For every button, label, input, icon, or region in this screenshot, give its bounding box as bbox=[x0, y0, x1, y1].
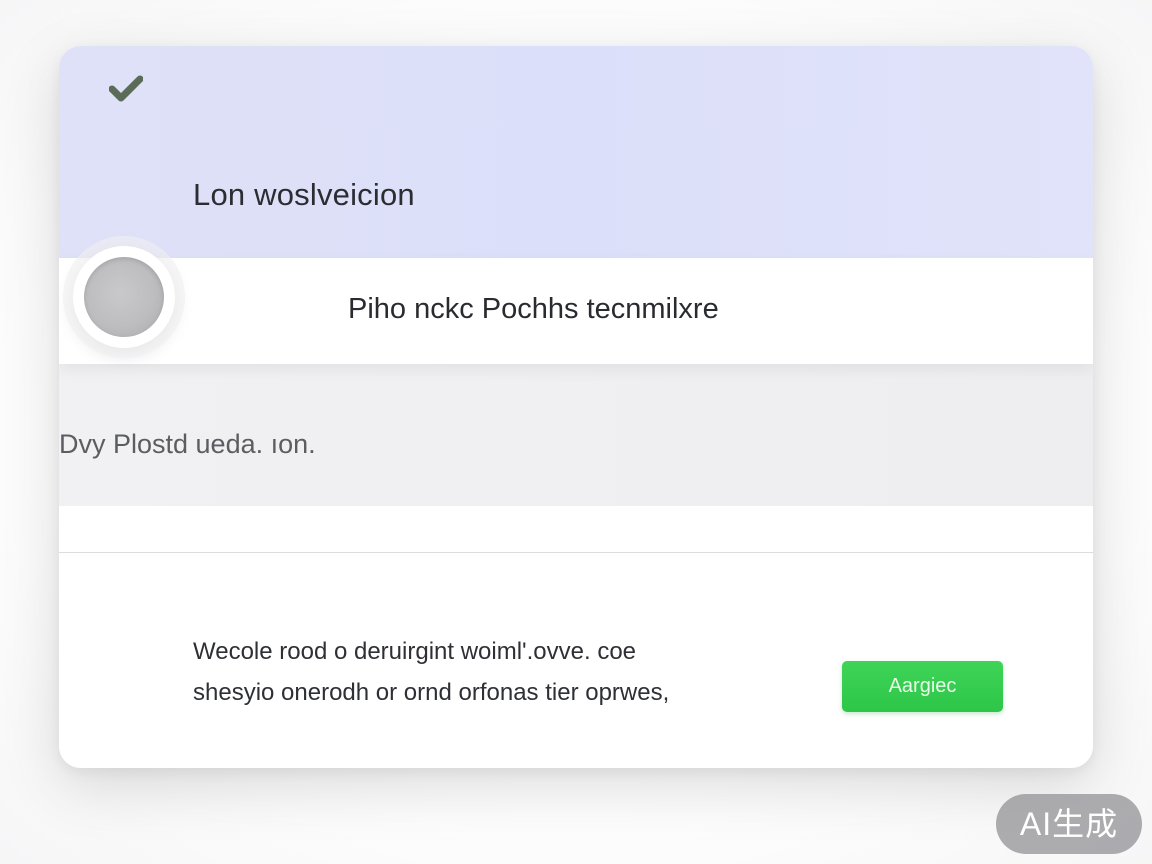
accept-button[interactable]: Aargiec bbox=[842, 661, 1003, 712]
dialog-header: Lon woslveicion bbox=[59, 46, 1093, 258]
description-text: Dvy Plostd ueda. ıon. bbox=[59, 429, 316, 459]
spacer bbox=[59, 506, 1093, 552]
ai-generated-badge: AI生成 bbox=[996, 794, 1142, 854]
option-row-label: Piho nckc Pochhs tecnmilxre bbox=[348, 293, 719, 325]
radio-toggle[interactable] bbox=[73, 246, 175, 348]
dialog-card: Lon woslveicion Piho nckc Pochhs tecnmil… bbox=[59, 46, 1093, 768]
dialog-footer: Wecole rood o deruirgint woiml'.ovve. co… bbox=[59, 553, 1093, 768]
checkmark-icon bbox=[109, 75, 143, 102]
footer-message: Wecole rood o deruirgint woiml'.ovve. co… bbox=[193, 631, 753, 713]
dialog-title: Lon woslveicion bbox=[193, 177, 415, 212]
footer-message-line-1: Wecole rood o deruirgint woiml'.ovve. co… bbox=[193, 638, 637, 665]
screen: Lon woslveicion Piho nckc Pochhs tecnmil… bbox=[0, 0, 1152, 864]
radio-knob-icon bbox=[84, 257, 164, 337]
footer-message-line-2: shesyio onerodh or ornd orfonas tier opr… bbox=[193, 679, 670, 706]
